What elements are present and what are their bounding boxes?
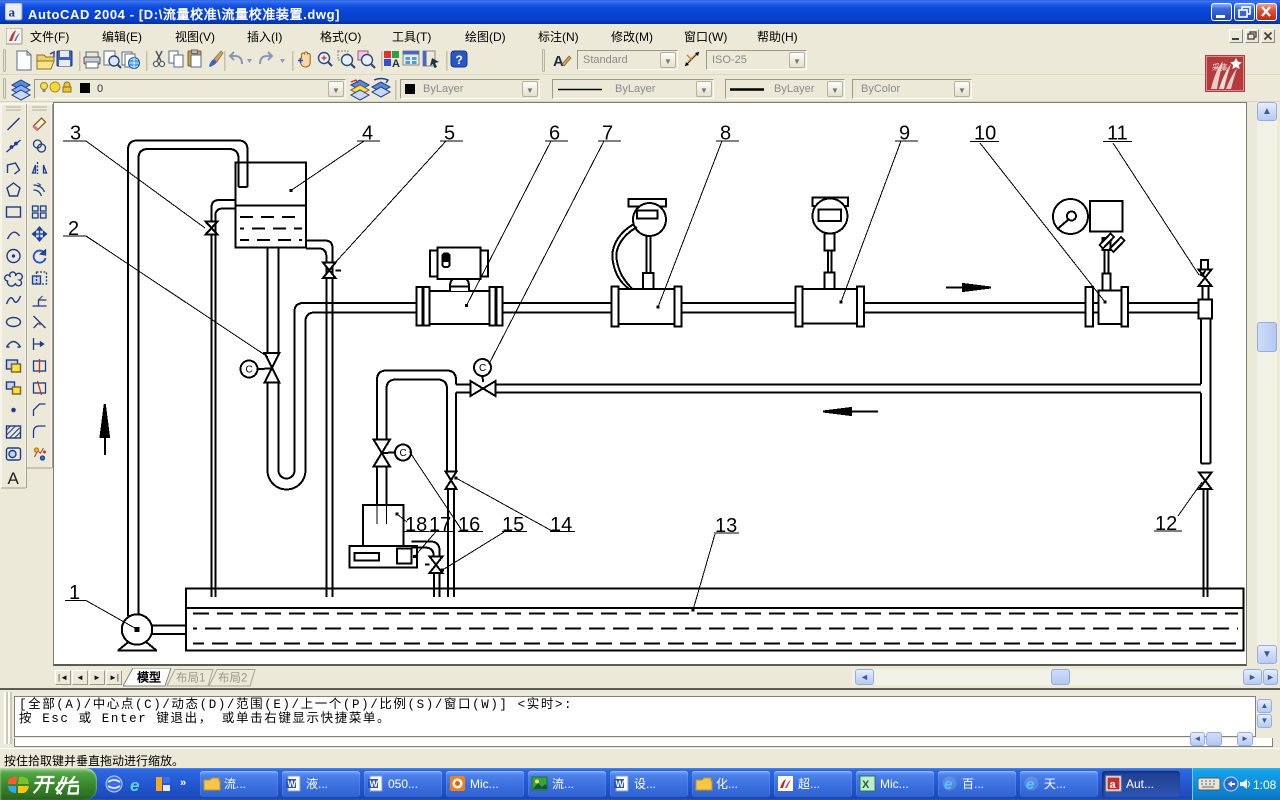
svg-text:?: ?: [456, 53, 463, 67]
svg-text:A: A: [392, 58, 400, 70]
svg-text:布局1: 布局1: [176, 672, 205, 685]
svg-text:C: C: [479, 363, 486, 374]
svg-text:采集: 采集: [1212, 62, 1228, 72]
svg-text:W: W: [616, 779, 625, 789]
svg-text:C: C: [400, 448, 407, 459]
svg-text:W: W: [288, 779, 297, 789]
svg-text:14: 14: [550, 514, 572, 536]
svg-text:1: 1: [69, 582, 80, 604]
svg-text:»: »: [180, 777, 186, 789]
svg-text:3: 3: [70, 123, 81, 145]
svg-text:9: 9: [899, 123, 910, 145]
svg-text:10: 10: [974, 123, 996, 145]
svg-text:2: 2: [68, 218, 79, 240]
svg-text:4: 4: [362, 123, 373, 145]
svg-text:布局2: 布局2: [218, 672, 247, 685]
svg-text:A: A: [8, 469, 20, 488]
svg-text:X: X: [862, 779, 870, 791]
svg-text:W: W: [370, 779, 379, 789]
svg-text:e: e: [130, 776, 139, 795]
svg-text:6: 6: [549, 123, 560, 145]
svg-text:16: 16: [458, 514, 480, 536]
svg-text:8: 8: [720, 123, 731, 145]
svg-text:18: 18: [405, 514, 427, 536]
svg-text:12: 12: [1155, 513, 1177, 535]
svg-text:11: 11: [1107, 123, 1128, 145]
svg-text:a: a: [1110, 779, 1117, 791]
svg-text:A: A: [553, 53, 564, 70]
svg-text:7: 7: [602, 123, 613, 145]
svg-text:a: a: [9, 5, 16, 20]
svg-text:13: 13: [715, 515, 737, 537]
svg-text:e: e: [1026, 776, 1034, 793]
svg-text:5: 5: [444, 123, 455, 145]
svg-text:C: C: [246, 365, 253, 376]
svg-text:模型: 模型: [137, 670, 161, 685]
svg-text:e: e: [944, 776, 952, 793]
svg-text:15: 15: [502, 514, 524, 536]
svg-text:17: 17: [429, 514, 451, 536]
